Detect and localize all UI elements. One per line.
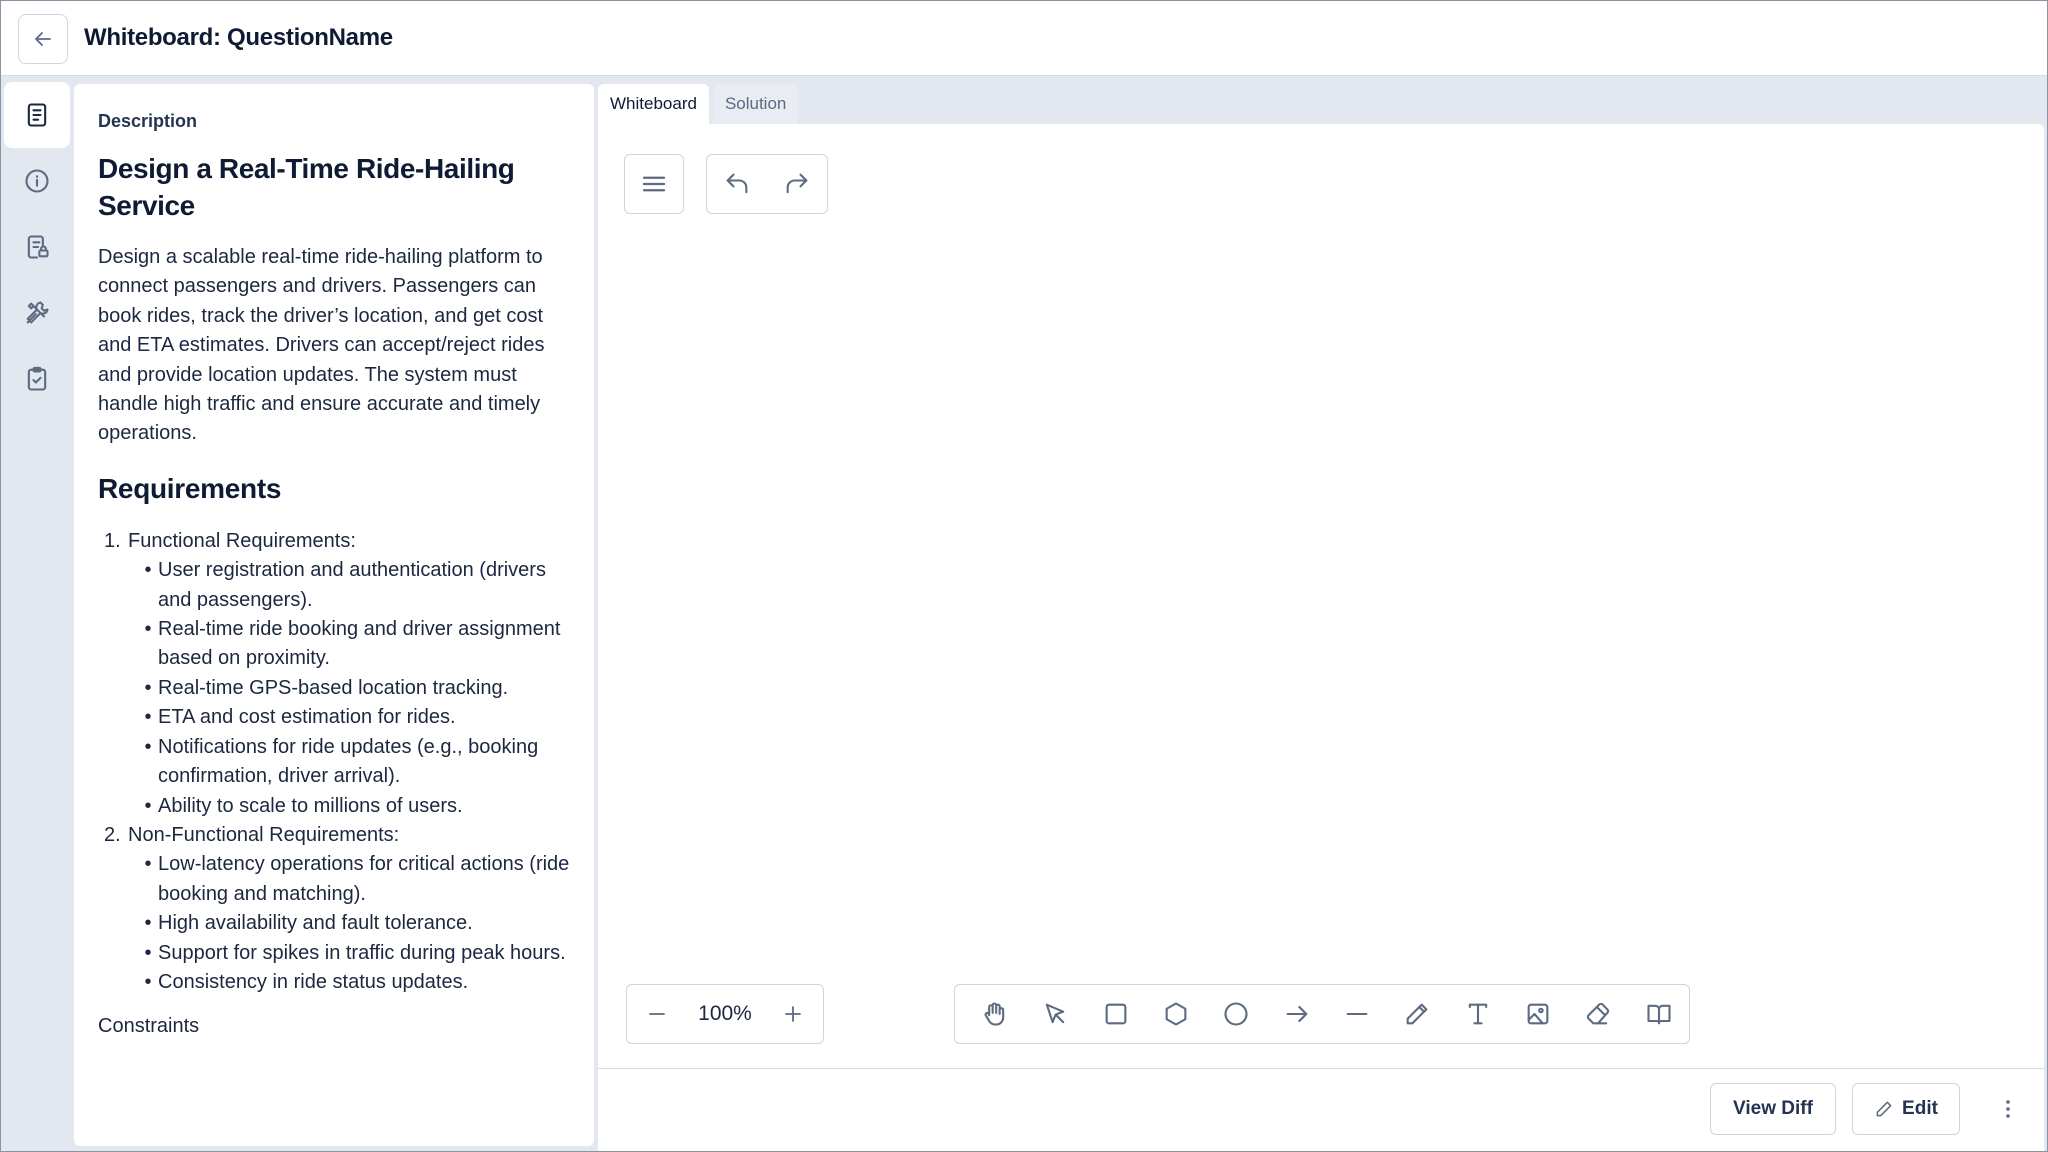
circle-icon: [1224, 1002, 1249, 1026]
library-tool[interactable]: [1629, 986, 1689, 1042]
rail-item-checklist[interactable]: [4, 346, 70, 412]
list-item: • High availability and fault tolerance.: [144, 912, 473, 935]
image-tool[interactable]: [1508, 986, 1568, 1042]
library-icon: [1647, 1004, 1671, 1025]
pencil-icon: [1876, 1101, 1892, 1117]
minus-icon: [649, 1013, 665, 1015]
list-item: • Real-time ride booking and driver assig…: [144, 618, 561, 670]
edit-label: Edit: [1902, 1098, 1938, 1119]
eraser-tool[interactable]: [1568, 986, 1628, 1042]
image-icon: [1527, 1003, 1549, 1025]
pencil-tool[interactable]: [1387, 986, 1447, 1042]
rectangle-icon: [1105, 1003, 1127, 1025]
view-diff-button[interactable]: View Diff: [1710, 1083, 1836, 1135]
list-item: • Notifications for ride updates (e.g., b…: [144, 735, 539, 788]
back-button[interactable]: [18, 14, 68, 64]
constraints-label: Constraints: [98, 1015, 200, 1038]
requirement-number: 2.: [104, 823, 121, 846]
hexagon-icon: [1165, 1002, 1187, 1026]
requirement-group: 2. Non-Functional Requirements: • Low-lat…: [98, 821, 570, 997]
more-vertical-icon: [2006, 1100, 2010, 1118]
clipboard-check-icon: [27, 366, 47, 391]
hand-tool[interactable]: [965, 986, 1025, 1042]
hand-icon: [984, 1002, 1005, 1026]
requirements-list: 1. Functional Requirements: • User regist…: [98, 527, 570, 998]
list-item: • User registration and authentication (d…: [144, 559, 546, 611]
requirements-heading: Requirements: [98, 472, 282, 504]
edit-button[interactable]: Edit: [1852, 1083, 1960, 1135]
requirement-group: 1. Functional Requirements: • User regist…: [98, 527, 570, 821]
view-tabs: Whiteboard Solution: [598, 84, 799, 124]
rectangle-tool[interactable]: [1086, 986, 1146, 1042]
rail-item-description[interactable]: [4, 82, 70, 148]
whiteboard-canvas[interactable]: 100%: [598, 124, 2044, 1068]
view-diff-label: View Diff: [1733, 1098, 1813, 1119]
drawing-toolbar: [954, 984, 1690, 1044]
zoom-level: 100%: [698, 1002, 752, 1025]
hexagon-tool[interactable]: [1146, 986, 1206, 1042]
list-item: • Low-latency operations for critical act…: [144, 853, 570, 905]
text-icon: [1468, 1003, 1487, 1025]
list-item: • Real-time GPS-based location tracking.: [144, 676, 509, 699]
zoom-in-button[interactable]: [777, 994, 809, 1034]
rail-item-notes[interactable]: [4, 214, 70, 280]
menu-button[interactable]: [624, 154, 684, 214]
editor-footer: View Diff Edit: [598, 1068, 2044, 1152]
plus-icon: [785, 1006, 801, 1022]
undo-button[interactable]: [707, 156, 767, 212]
arrow-tool[interactable]: [1267, 986, 1327, 1042]
pointer-icon: [1046, 1003, 1065, 1024]
zoom-out-button[interactable]: [641, 994, 673, 1034]
requirement-group-title: Non-Functional Requirements:: [128, 823, 400, 846]
document-lock-icon: [27, 235, 49, 259]
history-toolbar: [706, 154, 828, 214]
select-tool[interactable]: [1025, 986, 1085, 1042]
list-item: • Ability to scale to millions of users.: [144, 794, 463, 817]
header-bar: Whiteboard: QuestionName: [0, 0, 2048, 76]
description-label: Description: [98, 111, 198, 131]
tab-whiteboard[interactable]: Whiteboard: [598, 84, 709, 124]
tools-icon: [26, 301, 49, 324]
tab-solution[interactable]: Solution: [712, 84, 799, 124]
text-tool[interactable]: [1448, 986, 1508, 1042]
arrow-icon: [1286, 1005, 1308, 1023]
rail-item-tools[interactable]: [4, 280, 70, 346]
info-icon: [25, 169, 49, 193]
requirement-number: 1.: [104, 529, 121, 552]
description-panel: Description Design a Real-Time Ride-Hail…: [74, 84, 594, 1146]
redo-button[interactable]: [767, 156, 827, 212]
line-icon: [1346, 1012, 1368, 1016]
arrow-left-icon: [35, 32, 51, 46]
circle-tool[interactable]: [1206, 986, 1266, 1042]
list-item: • Consistency in ride status updates.: [144, 970, 469, 993]
list-item: • Support for spikes in traffic during pe…: [144, 941, 566, 964]
page-title: Whiteboard: QuestionName: [84, 24, 393, 51]
question-heading: Design a Real-Time Ride-Hailing Service: [98, 153, 515, 221]
redo-icon: [786, 173, 808, 194]
rail-item-info[interactable]: [4, 148, 70, 214]
zoom-control: 100%: [626, 984, 824, 1044]
pencil-icon: [1407, 1003, 1428, 1025]
list-item: • ETA and cost estimation for rides.: [144, 706, 456, 729]
more-options-button[interactable]: [1990, 1091, 2026, 1127]
question-body: Design a scalable real-time ride-hailing…: [98, 246, 545, 445]
menu-icon: [642, 176, 666, 192]
document-icon: [27, 103, 47, 127]
line-tool[interactable]: [1327, 986, 1387, 1042]
requirement-group-title: Functional Requirements:: [128, 529, 356, 552]
side-rail: [4, 82, 70, 412]
eraser-icon: [1587, 1002, 1610, 1025]
undo-icon: [726, 173, 748, 194]
